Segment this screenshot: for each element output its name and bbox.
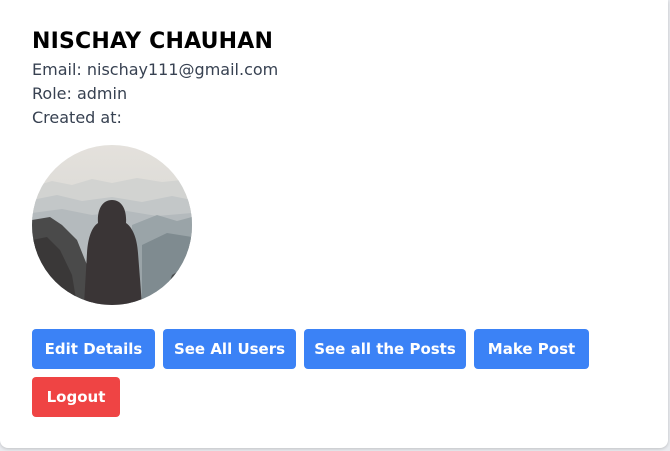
see-all-posts-button[interactable]: See all the Posts [304,329,466,369]
edit-details-button[interactable]: Edit Details [32,329,155,369]
user-name: NISCHAY CHAUHAN [32,29,274,54]
hooded-figure-avatar-icon [32,145,192,305]
make-post-button[interactable]: Make Post [474,329,589,369]
user-role: Role: admin [32,84,128,103]
avatar [32,145,192,305]
user-created-at: Created at: [32,108,122,127]
profile-card: NISCHAY CHAUHAN Email: nischay111@gmail.… [0,0,668,448]
logout-button[interactable]: Logout [32,377,120,417]
see-all-users-button[interactable]: See All Users [163,329,296,369]
user-email: Email: nischay111@gmail.com [32,60,279,79]
